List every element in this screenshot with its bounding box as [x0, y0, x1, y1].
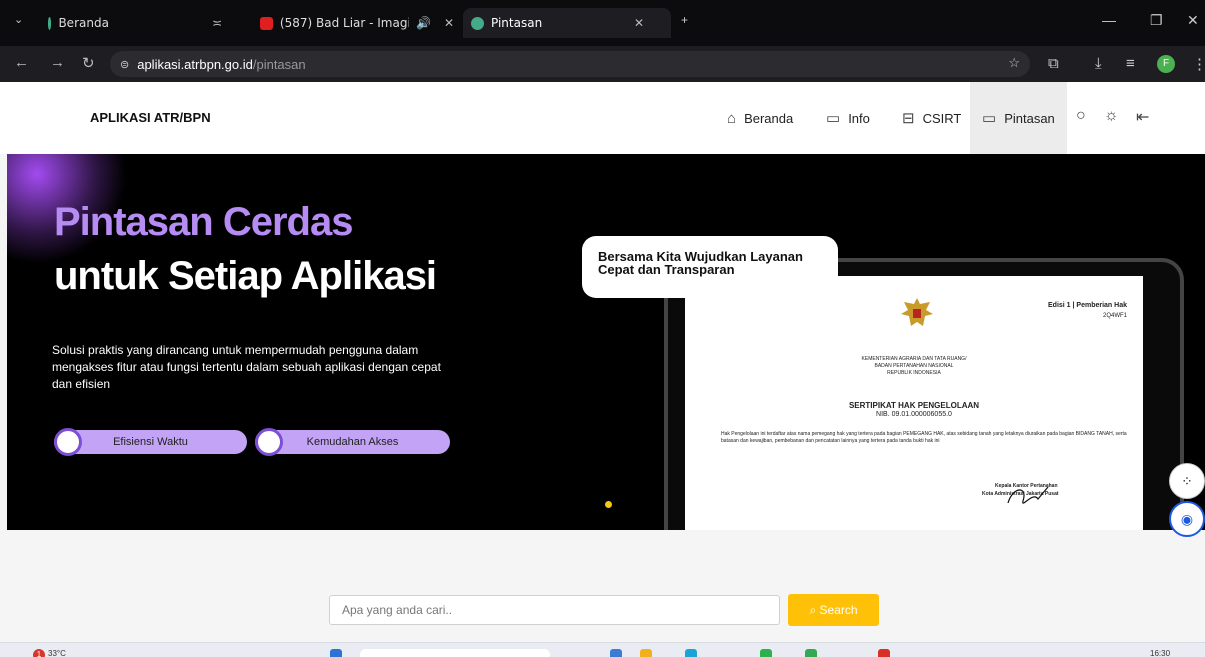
search-input[interactable] [329, 595, 780, 625]
certificate-document: Edisi 1 | Pemberian Hak 2Q4WF1 KEMENTERI… [685, 276, 1143, 530]
forward-icon[interactable]: → [50, 54, 65, 71]
taskbar-app2-icon[interactable] [805, 649, 817, 657]
logout-icon[interactable]: ⇤ [1136, 107, 1149, 127]
reload-icon[interactable]: ↻ [82, 54, 95, 72]
extensions-icon[interactable]: ⧉ [1048, 55, 1059, 72]
profile-avatar[interactable]: F [1157, 55, 1175, 73]
search-button[interactable]: ⌕ Search [788, 594, 879, 626]
inbox-icon: ▭ [982, 110, 997, 127]
tab-beranda[interactable]: Beranda ≍ [40, 8, 230, 38]
tab-youtube[interactable]: (587) Bad Liar - Imagine Dr 🔊 ✕ [252, 8, 462, 38]
minimize-icon[interactable]: — [1102, 12, 1116, 28]
nav-pintasan[interactable]: ▭ Pintasan [970, 82, 1067, 154]
bookmark-star-icon[interactable]: ☆ [1008, 55, 1020, 71]
taskbar-app-icon[interactable] [610, 649, 622, 657]
youtube-icon [260, 16, 273, 30]
tab-search-icon[interactable]: ⌄ [14, 13, 23, 26]
bot-icon: ◉ [1180, 510, 1194, 527]
address-bar-row: ← → ↻ ⊜ aplikasi.atrbpn.go.id/pintasan ☆… [0, 46, 1205, 82]
garuda-emblem-icon [901, 298, 933, 326]
toggle-knob [54, 428, 82, 456]
taskbar-edge-icon[interactable] [685, 649, 697, 657]
hero-description: Solusi praktis yang dirancang untuk memp… [52, 343, 441, 391]
taskbar-folder-icon[interactable] [640, 649, 652, 657]
pill-kemudahan-akses[interactable]: Kemudahan Akses [255, 428, 450, 456]
nav-beranda[interactable]: ⌂ Beranda [727, 82, 793, 154]
apps-grid-button[interactable]: ⁘ [1169, 463, 1205, 499]
brand-logo[interactable]: APLIKASI ATR/BPN [90, 110, 211, 125]
home-icon: ⌂ [727, 109, 737, 127]
globe-icon [471, 16, 484, 30]
close-tab-icon[interactable]: ✕ [444, 16, 454, 30]
weather-badge[interactable]: 1 [33, 649, 45, 657]
hero-banner: Pintasan Cerdas untuk Setiap Aplikasi So… [7, 154, 1205, 530]
toggle-knob [255, 428, 283, 456]
hero-title-line2: untuk Setiap Aplikasi [54, 254, 437, 298]
speech-bubble: Bersama Kita Wujudkan Layanan Cepat dan … [582, 236, 838, 298]
tv-icon: ▭ [826, 110, 841, 127]
bookmark-icon: ⊟ [902, 110, 915, 127]
weather-temp: 33°C [48, 649, 66, 657]
grid-icon: ⁘ [1181, 472, 1193, 489]
start-icon[interactable] [330, 649, 342, 657]
search-icon[interactable]: ○ [1076, 107, 1086, 125]
nav-info[interactable]: ▭ Info [826, 82, 870, 154]
close-window-icon[interactable]: ✕ [1187, 12, 1199, 29]
chatbot-button[interactable]: ◉ [1169, 501, 1205, 537]
globe-icon [48, 16, 52, 30]
mute-icon[interactable]: ≍ [212, 16, 222, 30]
lightbulb-icon[interactable]: ☼ [1104, 107, 1119, 125]
hero-title-line1: Pintasan Cerdas [54, 200, 353, 244]
taskbar-chrome-icon[interactable] [760, 649, 772, 657]
new-tab-icon[interactable]: + [681, 13, 688, 27]
site-info-icon[interactable]: ⊜ [120, 58, 129, 71]
os-taskbar: 1 33°C 16:30 [0, 642, 1205, 657]
back-icon[interactable]: ← [14, 54, 29, 71]
site-header: APLIKASI ATR/BPN ⌂ Beranda ▭ Info ⊟ CSIR… [0, 82, 1205, 154]
close-tab-icon[interactable]: ✕ [634, 16, 644, 30]
restore-icon[interactable]: ❐ [1150, 12, 1163, 29]
browser-tab-bar: ⌄ Beranda ≍ (587) Bad Liar - Imagine Dr … [0, 0, 1205, 46]
url-field[interactable]: ⊜ aplikasi.atrbpn.go.id/pintasan ☆ [110, 51, 1030, 77]
media-queue-icon[interactable]: ≡ [1126, 55, 1135, 72]
tab-pintasan[interactable]: Pintasan ✕ [463, 8, 671, 38]
pill-efisiensi-waktu[interactable]: Efisiensi Waktu [54, 428, 247, 456]
clock: 16:30 [1150, 649, 1171, 657]
nav-csirt[interactable]: ⊟ CSIRT [902, 82, 961, 154]
signature-mark [1007, 486, 1049, 504]
taskbar-app3-icon[interactable] [878, 649, 890, 657]
taskbar-search-box[interactable] [360, 649, 550, 657]
audio-icon: 🔊 [415, 16, 431, 30]
search-icon: ⌕ [809, 602, 817, 617]
carousel-dot[interactable] [605, 501, 612, 508]
menu-icon[interactable]: ⋮ [1192, 55, 1205, 73]
download-icon[interactable]: ⤓ [1095, 55, 1102, 72]
